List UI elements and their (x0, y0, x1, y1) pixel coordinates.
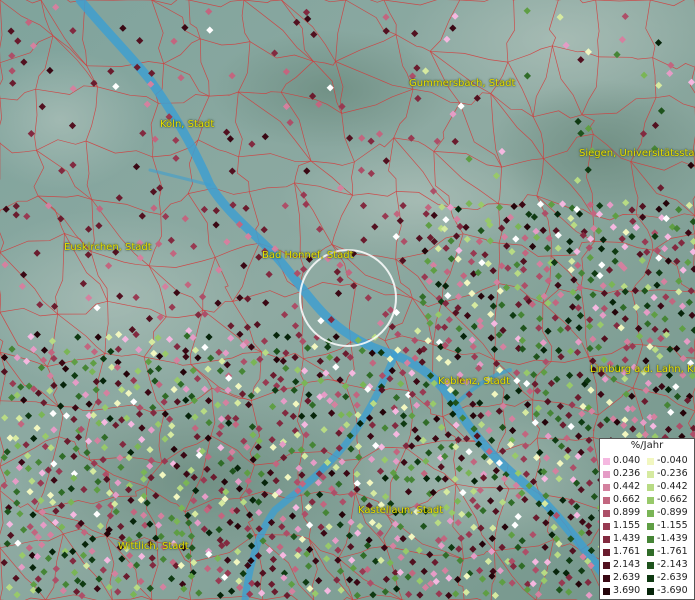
city-label-koblenz: Koblenz, Stadt (438, 376, 511, 387)
negative-legend-entry: -0.662 (647, 494, 688, 506)
legend-value: -1.155 (657, 520, 688, 531)
legend-value: -0.899 (657, 507, 688, 518)
legend-swatch (603, 483, 610, 491)
positive-legend-entry: 0.236 (603, 468, 640, 480)
legend-value: -0.040 (657, 455, 688, 466)
legend-value: 1.439 (613, 533, 641, 544)
map-view[interactable]: Gummersbach, Stadt Köln, Stadt Siegen, U… (0, 0, 695, 600)
legend-value: -1.761 (657, 546, 688, 557)
positive-legend-entry: 3.690 (603, 585, 640, 597)
legend-value: -3.690 (657, 585, 688, 596)
city-label-wittlich: Wittlich, Stadt (118, 541, 189, 552)
city-label-gummersbach: Gummersbach, Stadt (409, 78, 516, 89)
legend-title: %/Jahr (630, 440, 664, 451)
negative-legend-entry: -0.899 (647, 507, 688, 519)
positive-legend-entry: 1.155 (603, 520, 640, 532)
legend-swatch (603, 548, 610, 556)
legend-swatch (647, 496, 654, 504)
city-label-bad-honnef: Bad Honnef, Stadt (262, 250, 354, 261)
city-label-koeln: Köln, Stadt (160, 119, 215, 130)
legend-swatch (603, 457, 610, 465)
legend-swatch (603, 574, 610, 582)
negative-legend-entry: -0.236 (647, 468, 688, 480)
positive-legend-entry: 2.143 (603, 559, 640, 571)
legend-value: 0.236 (613, 468, 641, 479)
legend-value: -0.442 (657, 481, 688, 492)
negative-legend-entry: -2.639 (647, 572, 688, 584)
positive-legend-entry: 1.439 (603, 533, 640, 545)
negative-legend-entry: -1.439 (647, 533, 688, 545)
legend-value: -0.662 (657, 494, 688, 505)
city-label-limburg: Limburg a.d. Lahn, Kreisstadt (590, 364, 695, 375)
legend-value: 2.143 (613, 559, 641, 570)
positive-legend-entry: 0.442 (603, 481, 640, 493)
legend-swatch (603, 470, 610, 478)
negative-legend-entry: -3.690 (647, 585, 688, 597)
legend-swatch (603, 509, 610, 517)
legend-swatch (647, 574, 654, 582)
legend-swatch (647, 535, 654, 543)
legend-swatch (647, 483, 654, 491)
legend-swatch (603, 535, 610, 543)
negative-legend-entry: -1.155 (647, 520, 688, 532)
legend-swatch (647, 522, 654, 530)
legend-value: 1.155 (613, 520, 641, 531)
legend-swatch (603, 587, 610, 595)
positive-legend-entry: 0.040 (603, 455, 640, 467)
positive-legend-entry: 2.639 (603, 572, 640, 584)
negative-legend-entry: -1.761 (647, 546, 688, 558)
city-label-euskirchen: Euskirchen, Stadt (64, 242, 152, 253)
positive-legend-entry: 1.761 (603, 546, 640, 558)
city-label-kastellaun: Kastellaun, Stadt (358, 505, 444, 516)
legend-swatch (603, 522, 610, 530)
legend-value: -2.143 (657, 559, 688, 570)
legend-swatch (647, 548, 654, 556)
legend-value: -0.236 (657, 468, 688, 479)
positive-legend-entry: 0.899 (603, 507, 640, 519)
legend-swatch (647, 509, 654, 517)
legend: %/Jahr 0.040 -0.040 0.236 -0.236 0.442 -0.442… (599, 438, 695, 600)
positive-legend-entry: 0.662 (603, 494, 640, 506)
legend-value: 0.442 (613, 481, 641, 492)
negative-legend-entry: -0.040 (647, 455, 688, 467)
legend-value: 2.639 (613, 572, 641, 583)
negative-legend-entry: -0.442 (647, 481, 688, 493)
legend-swatch (647, 470, 654, 478)
legend-swatch (603, 496, 610, 504)
legend-value: -1.439 (657, 533, 688, 544)
legend-swatch (647, 587, 654, 595)
legend-swatch (647, 561, 654, 569)
city-label-siegen: Siegen, Universitätsstadt (579, 148, 695, 159)
terrain-layer (0, 0, 695, 600)
legend-value: 1.761 (613, 546, 641, 557)
legend-value: 3.690 (613, 585, 641, 596)
legend-value: -2.639 (657, 572, 688, 583)
legend-swatch (647, 457, 654, 465)
legend-value: 0.662 (613, 494, 641, 505)
negative-legend-entry: -2.143 (647, 559, 688, 571)
legend-value: 0.040 (613, 455, 641, 466)
legend-swatch (603, 561, 610, 569)
legend-value: 0.899 (613, 507, 641, 518)
